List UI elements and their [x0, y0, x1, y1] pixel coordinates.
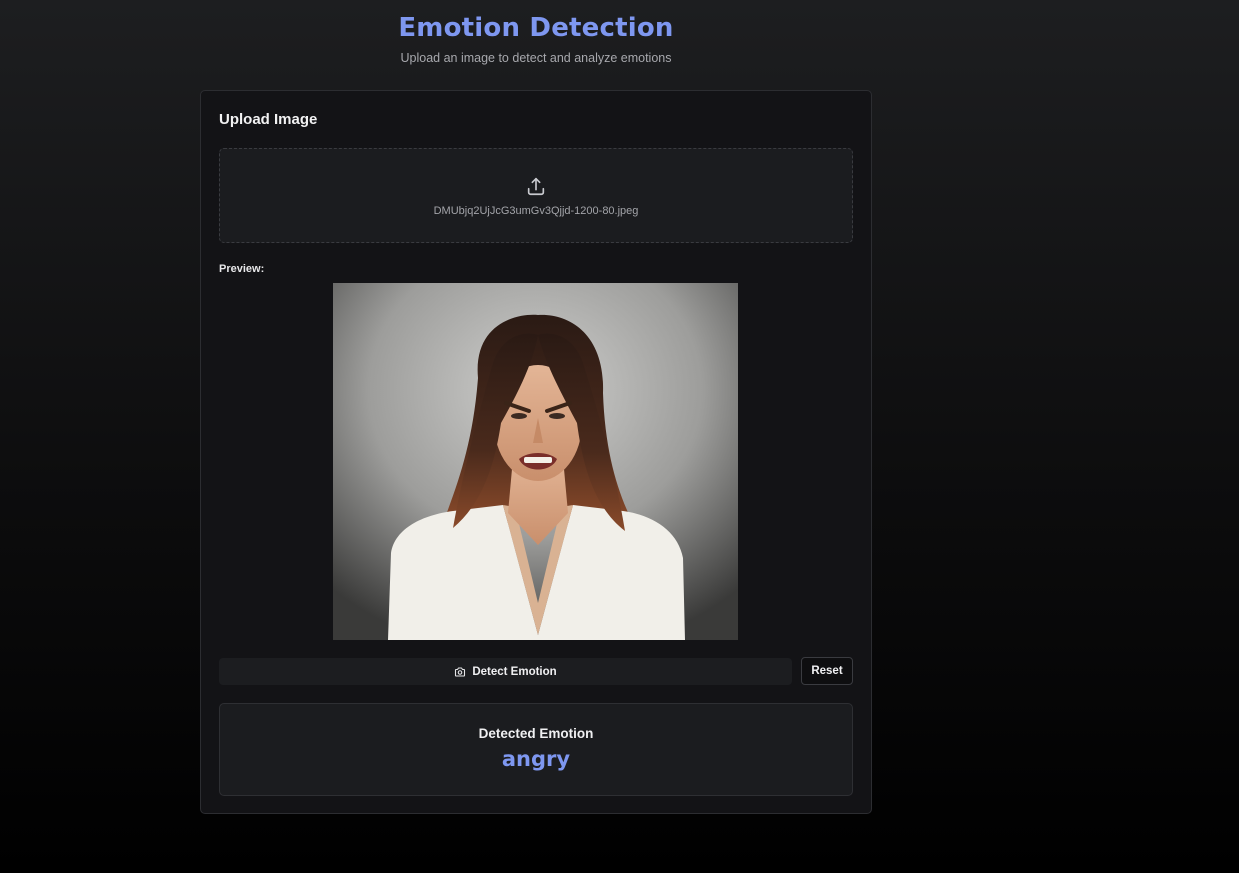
preview-image: [333, 283, 738, 640]
selected-file-name: DMUbjq2UjJcG3umGv3Qjjd-1200-80.jpeg: [433, 205, 639, 217]
upload-card: Upload Image DMUbjq2UjJcG3umGv3Qjjd-1200…: [200, 90, 872, 814]
file-dropzone[interactable]: DMUbjq2UjJcG3umGv3Qjjd-1200-80.jpeg: [219, 148, 853, 243]
preview-label: Preview:: [219, 263, 265, 275]
detect-emotion-label: Detect Emotion: [472, 665, 557, 678]
card-title: Upload Image: [219, 111, 318, 128]
result-label: Detected Emotion: [478, 726, 594, 741]
reset-button[interactable]: Reset: [801, 657, 853, 685]
detected-emotion-value: angry: [501, 747, 571, 771]
detect-emotion-button[interactable]: Detect Emotion: [219, 658, 792, 685]
camera-icon: [455, 666, 466, 677]
page-subtitle: Upload an image to detect and analyze em…: [400, 51, 672, 65]
page-title: Emotion Detection: [398, 13, 674, 43]
page-header: Emotion Detection Upload an image to det…: [200, 10, 872, 65]
result-panel: Detected Emotion angry: [219, 703, 853, 796]
upload-icon: [527, 177, 545, 196]
portrait-illustration: [333, 283, 738, 640]
